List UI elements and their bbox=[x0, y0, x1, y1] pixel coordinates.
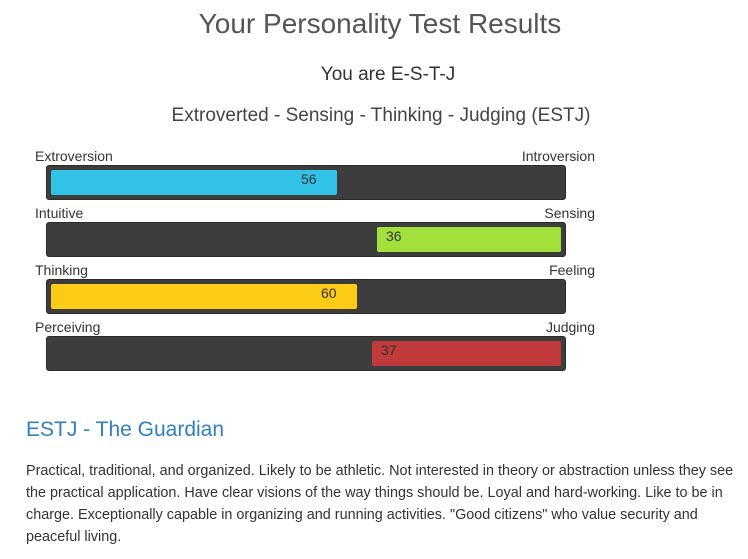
scale-perceiving-judging: Perceiving Judging 37 bbox=[35, 319, 595, 377]
scale-extroversion-introversion: Extroversion Introversion 56 bbox=[35, 148, 595, 206]
scale-value: 37 bbox=[381, 342, 397, 358]
scale-right-label: Judging bbox=[545, 319, 595, 335]
scale-left-label: Intuitive bbox=[35, 205, 84, 221]
scale-track: 60 bbox=[46, 279, 566, 314]
scale-value: 56 bbox=[301, 171, 317, 187]
scale-right-label: Sensing bbox=[544, 205, 595, 221]
scale-fill bbox=[377, 227, 561, 252]
scale-value: 36 bbox=[386, 228, 402, 244]
scale-fill bbox=[51, 170, 337, 195]
page-title: Your Personality Test Results bbox=[198, 8, 562, 39]
personality-type-code: You are E-S-T-J bbox=[320, 64, 456, 85]
scale-track: 56 bbox=[46, 165, 566, 200]
scale-left-label: Extroversion bbox=[35, 148, 113, 164]
scale-right-label: Introversion bbox=[521, 148, 595, 164]
scale-left-label: Perceiving bbox=[35, 319, 101, 335]
scale-thinking-feeling: Thinking Feeling 60 bbox=[35, 262, 595, 320]
scale-intuitive-sensing: Intuitive Sensing 36 bbox=[35, 205, 595, 263]
result-description: Practical, traditional, and organized. L… bbox=[26, 463, 734, 545]
scale-track: 37 bbox=[46, 336, 566, 371]
personality-type-full: Extroverted - Sensing - Thinking - Judgi… bbox=[171, 105, 591, 126]
result-heading: ESTJ - The Guardian bbox=[26, 418, 225, 441]
scale-fill bbox=[51, 284, 357, 309]
scale-fill bbox=[372, 341, 561, 366]
scale-value: 60 bbox=[321, 285, 337, 301]
scale-track: 36 bbox=[46, 222, 566, 257]
scale-right-label: Feeling bbox=[549, 262, 595, 278]
scale-left-label: Thinking bbox=[35, 262, 88, 278]
